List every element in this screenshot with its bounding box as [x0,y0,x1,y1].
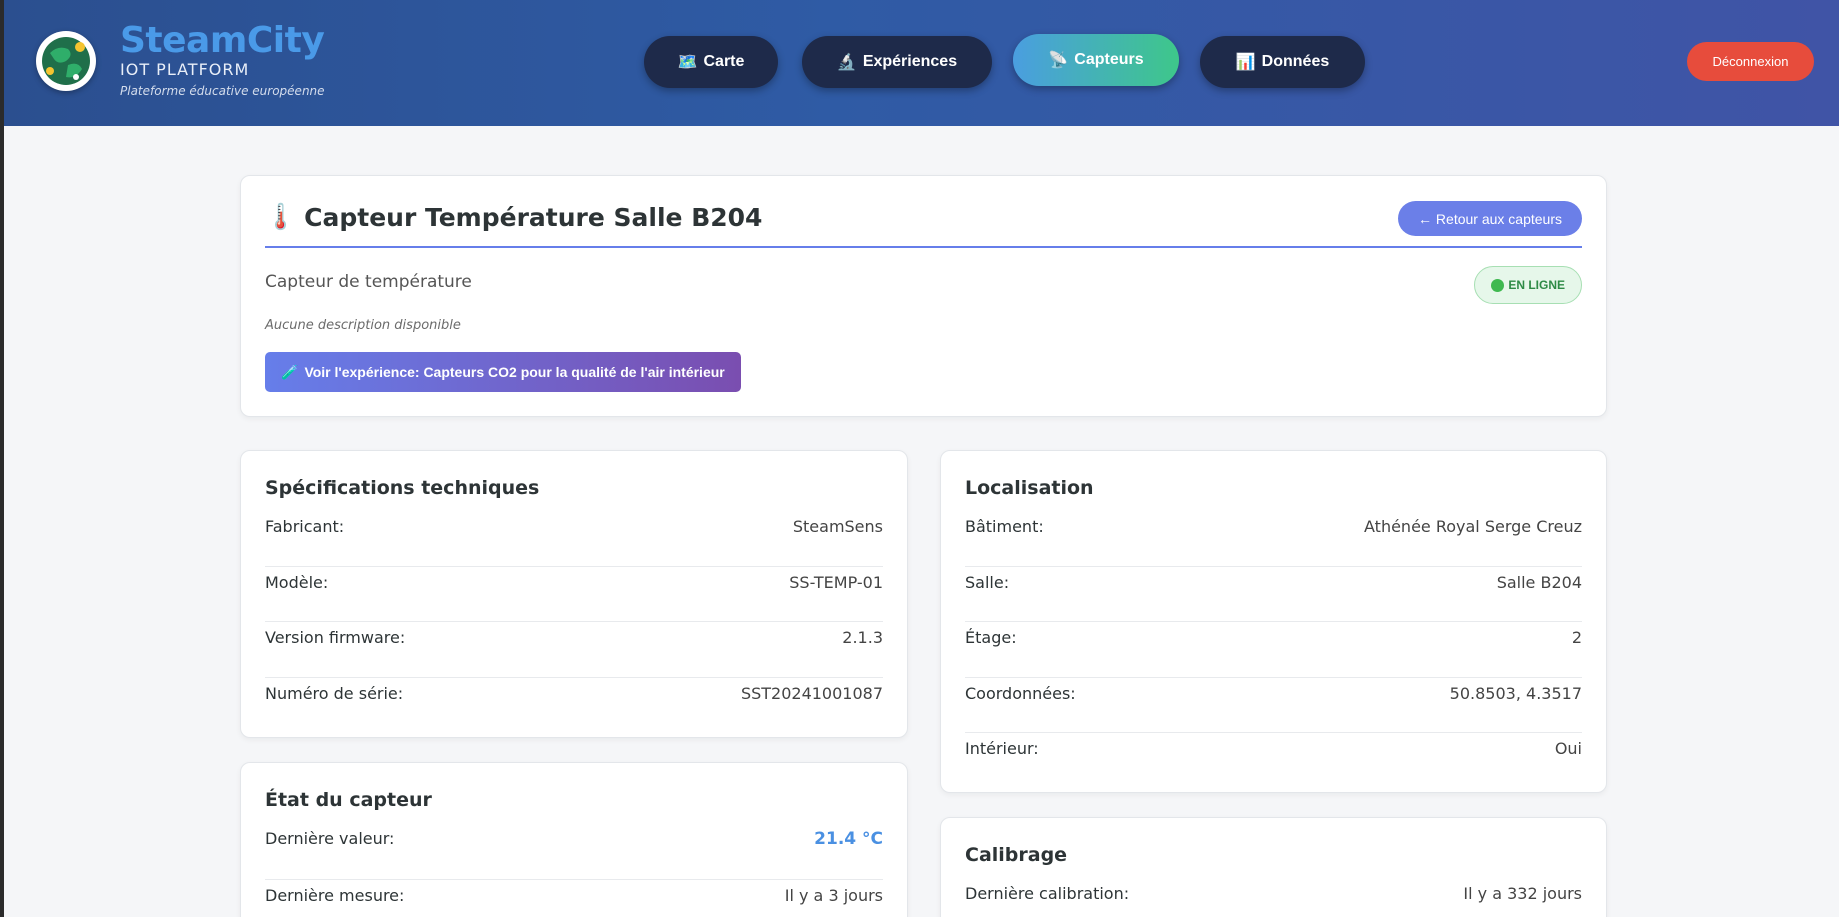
calibration-card: Calibrage Dernière calibration: Il y a 33… [940,817,1607,917]
location-row: Salle: Salle B204 [965,567,1582,622]
antenna-icon: 📡 [1048,52,1069,69]
location-row: Intérieur: Oui [965,733,1582,789]
spec-value: SST20241001087 [740,683,883,703]
globe-logo-icon [42,37,90,85]
nav-experiences-button[interactable]: 🔬 Expériences [802,36,992,88]
calibration-key: Dernière calibration: [965,884,1130,903]
thermometer-icon: 🌡️ [265,202,297,231]
nav-label: Capteurs [1074,51,1144,68]
location-row: Bâtiment: Athénée Royal Serge Creuz [965,511,1582,567]
specs-list: Fabricant: SteamSens Modèle: SS-TEMP-01 Ve… [265,511,883,733]
microscope-icon: 🔬 [836,54,857,71]
state-list: Dernière valeur: 21.4 °C Dernière mesure:… [265,823,883,917]
state-key: Dernière valeur: [265,829,395,848]
sensor-title-text: Capteur Température Salle B204 [304,202,763,232]
state-value: Il y a 3 jours [784,886,883,905]
status-badge: EN LIGNE [1474,266,1582,304]
steamcity-logo[interactable] [36,31,96,91]
spec-row: Fabricant: SteamSens [265,511,883,567]
sensor-type: Capteur de température [265,272,472,292]
location-value: Athénée Royal Serge Creuz [1364,517,1582,536]
sensor-title: 🌡️ Capteur Température Salle B204 [265,202,762,232]
location-row: Étage: 2 [965,622,1582,678]
calibration-list: Dernière calibration: Il y a 332 jours [965,878,1582,917]
brand-tagline: Plateforme éducative européenne [120,84,325,98]
calibration-title: Calibrage [965,844,1068,866]
nav-carte-button[interactable]: 🗺️ Carte [644,36,778,88]
nav-label: Carte [703,53,745,70]
top-header: SteamCity IOT PLATFORM Plateforme éducat… [4,0,1839,126]
last-value: 21.4 °C [814,829,883,849]
brand-subtitle: IOT PLATFORM [120,60,250,79]
title-divider [265,246,1582,248]
state-row: Dernière valeur: 21.4 °C [265,823,883,880]
specs-title: Spécifications techniques [265,477,540,499]
sensor-description: Aucune description disponible [265,318,461,333]
state-key: Dernière mesure: [265,886,405,905]
specs-card: Spécifications techniques Fabricant: Stea… [240,450,908,738]
sensor-overview-card: 🌡️ Capteur Température Salle B204 ← Reto… [240,175,1607,417]
location-list: Bâtiment: Athénée Royal Serge Creuz Salle… [965,511,1582,789]
window-edge [0,0,4,917]
location-key: Intérieur: [965,739,1039,758]
view-experiment-button[interactable]: 🧪 Voir l'expérience: Capteurs CO2 pour l… [265,352,741,392]
spec-row: Version firmware: 2.1.3 [265,622,883,678]
state-title: État du capteur [265,789,432,811]
spec-row: Modèle: SS-TEMP-01 [265,567,883,622]
nav-label: Expériences [862,53,958,70]
online-dot-icon [1491,278,1505,292]
sensor-state-card: État du capteur Dernière valeur: 21.4 °C … [240,762,908,917]
location-key: Bâtiment: [965,517,1044,536]
location-title: Localisation [965,477,1094,499]
status-text: EN LIGNE [1508,278,1565,292]
spec-key: Fabricant: [265,517,345,536]
location-key: Coordonnées: [965,683,1076,703]
map-icon: 🗺️ [677,54,698,71]
bar-chart-icon: 📊 [1235,54,1256,71]
view-experiment-label: Voir l'expérience: Capteurs CO2 pour la … [304,364,725,380]
calibration-value: Il y a 332 jours [1463,884,1582,903]
spec-value: 2.1.3 [842,628,883,647]
location-card: Localisation Bâtiment: Athénée Royal Serg… [940,450,1607,793]
back-to-sensors-button[interactable]: ← Retour aux capteurs [1398,201,1582,236]
spec-key: Modèle: [265,572,329,592]
test-tube-icon: 🧪 [281,363,299,380]
location-value: 50.8503, 4.3517 [1449,683,1582,703]
location-value: Oui [1554,739,1582,758]
state-row: Dernière mesure: Il y a 3 jours [265,880,883,917]
nav-donnees-button[interactable]: 📊 Données [1200,36,1365,88]
location-key: Étage: [965,628,1017,647]
location-value: Salle B204 [1496,572,1582,592]
location-row: Coordonnées: 50.8503, 4.3517 [965,678,1582,733]
spec-key: Numéro de série: [265,683,404,703]
calibration-row: Dernière calibration: Il y a 332 jours [965,878,1582,917]
nav-capteurs-button[interactable]: 📡 Capteurs [1013,34,1179,86]
nav-label: Données [1261,53,1330,70]
spec-value: SS-TEMP-01 [789,572,883,592]
location-key: Salle: [965,572,1010,592]
spec-key: Version firmware: [265,628,406,647]
spec-value: SteamSens [792,517,883,536]
brand-name: SteamCity [120,20,325,61]
logout-button[interactable]: Déconnexion [1687,42,1814,81]
spec-row: Numéro de série: SST20241001087 [265,678,883,734]
location-value: 2 [1571,628,1582,647]
